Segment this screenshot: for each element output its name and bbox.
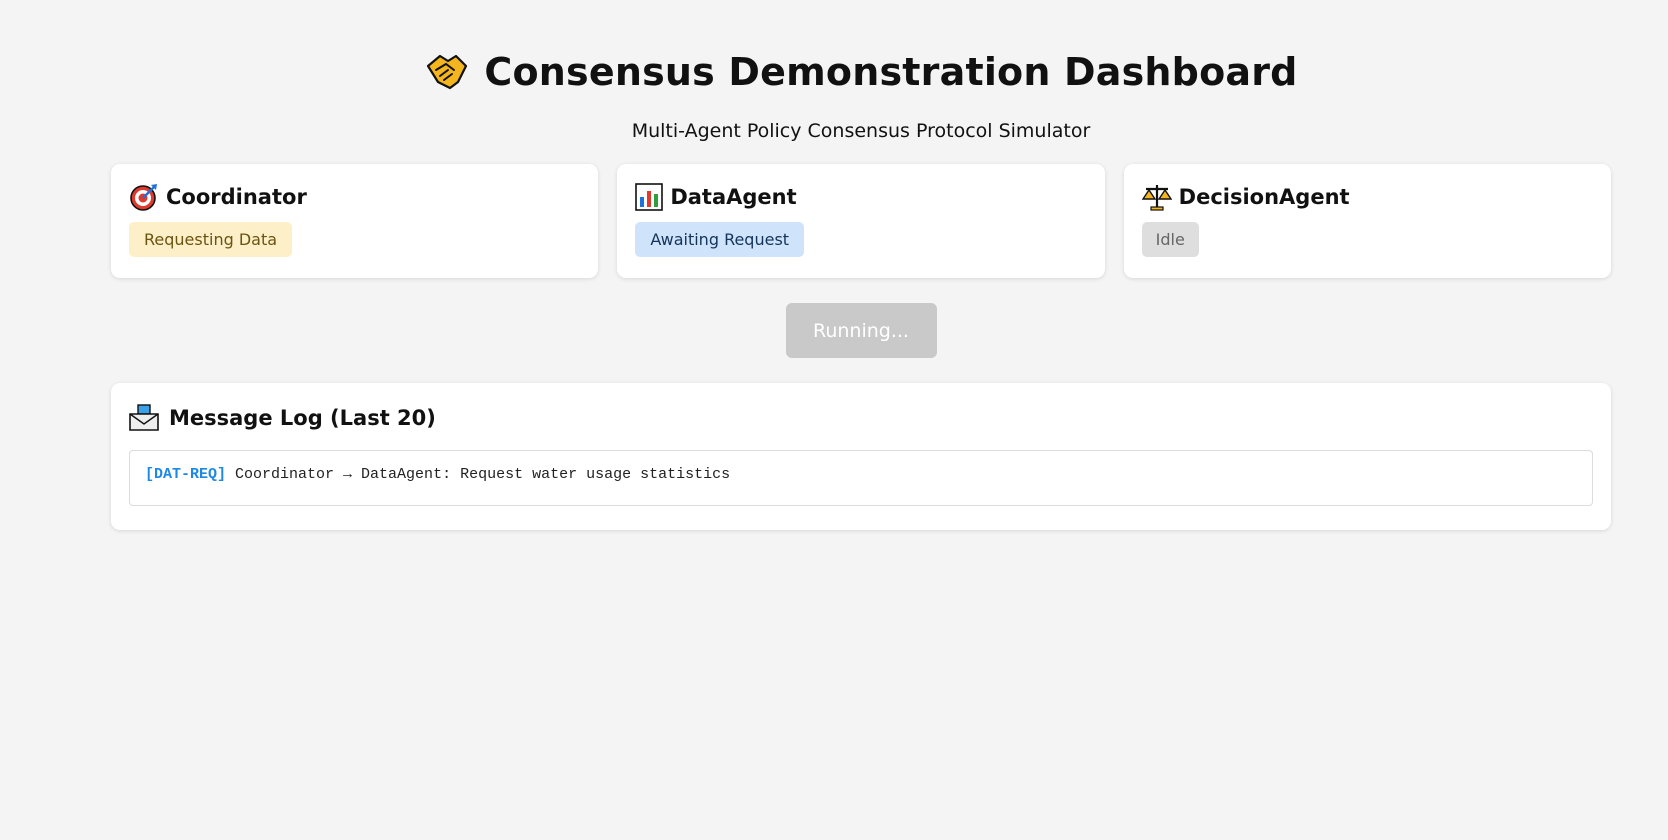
scales-icon [1141, 182, 1172, 212]
log-list[interactable]: [DAT-REQ] Coordinator → DataAgent: Reque… [129, 450, 1593, 506]
dashboard-page: Consensus Demonstration Dashboard Multi-… [111, 0, 1611, 530]
log-header: Message Log (Last 20) [129, 401, 1593, 435]
bar-chart-icon [635, 183, 664, 211]
agent-header: Coordinator [129, 182, 580, 212]
status-badge: Requesting Data [129, 222, 293, 257]
status-badge: Awaiting Request [635, 222, 805, 257]
agent-header: DecisionAgent [1141, 182, 1593, 212]
log-entry: [DAT-REQ] Coordinator → DataAgent: Reque… [145, 466, 1577, 483]
inbox-tray-icon [129, 404, 159, 432]
controls: Running... [111, 303, 1611, 358]
message-log-card: Message Log (Last 20) [DAT-REQ] Coordina… [111, 383, 1611, 530]
agent-header: DataAgent [635, 182, 1086, 212]
log-title: Message Log (Last 20) [169, 406, 436, 430]
page-title: Consensus Demonstration Dashboard [484, 50, 1298, 94]
status-badge: Idle [1141, 222, 1199, 257]
target-icon [129, 182, 159, 212]
agent-card-dataagent: DataAgent Awaiting Request [617, 164, 1105, 278]
page-subtitle: Multi-Agent Policy Consensus Protocol Si… [631, 120, 1091, 142]
agent-card-decisionagent: DecisionAgent Idle [1123, 164, 1611, 278]
log-entry-text: Coordinator → DataAgent: Request water u… [235, 466, 731, 483]
run-button[interactable]: Running... [785, 303, 937, 358]
title-row: Consensus Demonstration Dashboard [111, 44, 1611, 100]
log-entry-tag: [DAT-REQ] [145, 466, 227, 483]
agent-name: Coordinator [166, 185, 307, 209]
agent-card-coordinator: Coordinator Requesting Data [111, 164, 599, 278]
agent-name: DataAgent [670, 185, 797, 209]
handshake-icon [424, 52, 470, 92]
agent-cards: Coordinator Requesting Data DataAgent Aw… [111, 164, 1611, 278]
header: Consensus Demonstration Dashboard Multi-… [111, 0, 1611, 142]
agent-name: DecisionAgent [1178, 185, 1350, 209]
